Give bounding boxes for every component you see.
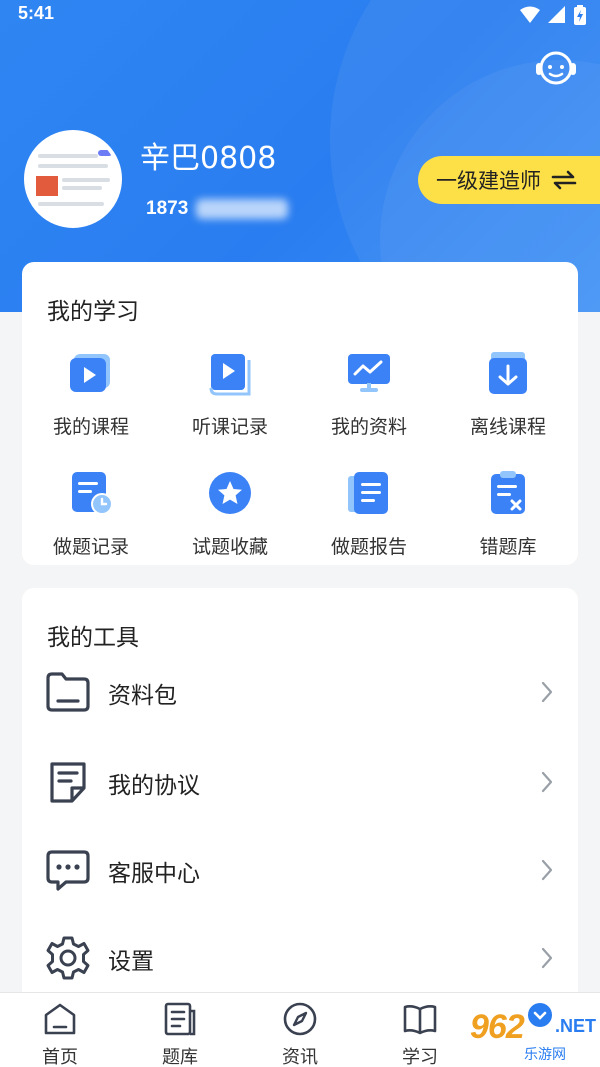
tab-label: 题库 (162, 1047, 198, 1067)
battery-icon (574, 5, 586, 25)
chevron-right-icon (541, 771, 553, 793)
study-item-label: 试题收藏 (191, 536, 268, 558)
video-course-icon (70, 354, 110, 392)
tool-label: 我的协议 (108, 773, 200, 799)
watermark-suffix: .NET (555, 1016, 597, 1036)
study-item-label: 我的课程 (52, 416, 129, 438)
tab-label: 学习 (402, 1047, 438, 1067)
study-item-label: 听课记录 (191, 416, 268, 438)
avatar-doc-line (38, 202, 104, 206)
tool-row-my-agreements[interactable]: 我的协议 (22, 742, 578, 822)
study-item-question-favorites[interactable]: 试题收藏 (165, 470, 295, 559)
study-item-practice-history[interactable]: 做题记录 (26, 470, 156, 559)
swap-arrows-icon (551, 170, 577, 190)
tool-label: 客服中心 (108, 861, 200, 887)
my-tools-card: 我的工具 资料包 我的协议 客服中心 设置 (22, 588, 578, 1008)
study-item-label: 做题报告 (330, 536, 407, 558)
tool-row-settings[interactable]: 设置 (22, 918, 578, 998)
tab-label: 资讯 (282, 1047, 318, 1067)
study-item-offline-courses[interactable]: 离线课程 (443, 350, 573, 439)
tab-question-bank[interactable]: 题库 (120, 993, 240, 1067)
folder-icon (46, 672, 90, 712)
chevron-right-icon (541, 859, 553, 881)
tab-news[interactable]: 资讯 (240, 993, 360, 1067)
wifi-icon (520, 6, 540, 23)
tab-label: 首页 (42, 1047, 78, 1067)
profile-icon (528, 1003, 552, 1027)
home-icon (44, 1003, 76, 1035)
chat-bubble-icon (46, 850, 90, 891)
level-switch-label: 一级建造师 (436, 169, 541, 193)
star-icon (209, 472, 251, 514)
avatar-doc-line (38, 164, 108, 168)
status-time: 5:41 (18, 3, 55, 23)
tool-row-customer-service[interactable]: 客服中心 (22, 830, 578, 910)
tab-study[interactable]: 学习 (360, 993, 480, 1067)
avatar[interactable] (24, 130, 122, 228)
avatar-doc-thumbnail (36, 176, 58, 196)
avatar-doc-tag (98, 150, 112, 156)
my-study-card: 我的学习 我的课程 听课记录 我的资料 离线课程 做题记录 试题收藏 做题报告 … (22, 262, 578, 565)
avatar-doc-line (38, 154, 98, 158)
study-item-my-courses[interactable]: 我的课程 (26, 350, 156, 439)
status-bar: 5:41 (0, 0, 600, 30)
open-book-icon (403, 1005, 437, 1035)
tool-row-material-pack[interactable]: 资料包 (22, 652, 578, 732)
watermark-brand: 962 (470, 1008, 525, 1046)
question-bank-icon (164, 1002, 196, 1036)
level-switch-button[interactable]: 一级建造师 (418, 156, 600, 204)
chevron-right-icon (541, 947, 553, 969)
study-item-label: 错题库 (479, 536, 537, 558)
clipboard-x-icon (491, 471, 525, 514)
tool-label: 设置 (108, 949, 154, 975)
phone-number: 1873 (146, 198, 189, 219)
signal-icon (548, 6, 565, 23)
study-item-label: 离线课程 (469, 416, 546, 438)
report-doc-icon (348, 472, 388, 514)
monitor-chart-icon (348, 354, 390, 392)
chevron-right-icon (541, 681, 553, 703)
phone-number-masked (196, 199, 288, 219)
study-item-my-materials[interactable]: 我的资料 (304, 350, 434, 439)
gear-icon (46, 936, 90, 980)
my-tools-title: 我的工具 (47, 625, 139, 651)
customer-service-icon[interactable] (534, 46, 578, 90)
study-item-label: 我的资料 (330, 416, 407, 438)
study-item-wrong-questions[interactable]: 错题库 (443, 470, 573, 559)
tool-label: 资料包 (108, 683, 177, 709)
status-icons (520, 5, 586, 25)
study-item-practice-report[interactable]: 做题报告 (304, 470, 434, 559)
username: 辛巴0808 (140, 141, 277, 176)
my-study-title: 我的学习 (47, 299, 139, 325)
agreement-doc-icon (50, 762, 86, 803)
study-item-listening-history[interactable]: 听课记录 (165, 350, 295, 439)
compass-icon (283, 1002, 317, 1036)
watermark-subtitle: 乐游网 (524, 1047, 566, 1063)
study-item-label: 做题记录 (52, 536, 129, 558)
download-box-icon (489, 352, 527, 394)
play-book-icon (209, 354, 251, 396)
avatar-doc-line (62, 178, 110, 182)
clock-doc-icon (72, 472, 113, 515)
tab-home[interactable]: 首页 (0, 993, 120, 1067)
avatar-doc-line (62, 186, 102, 190)
